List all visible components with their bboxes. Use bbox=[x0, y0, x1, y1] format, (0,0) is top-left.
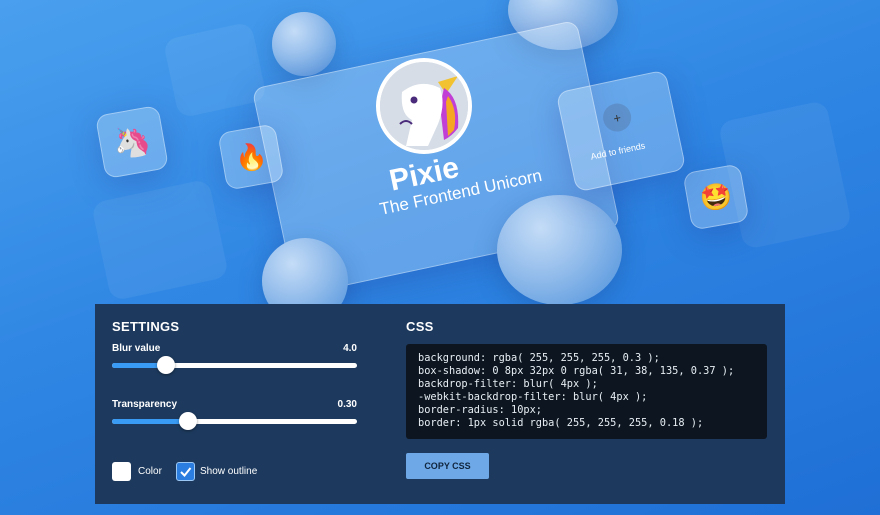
css-code-line: background: rgba( 255, 255, 255, 0.3 ); bbox=[418, 352, 660, 364]
transparency-label: Transparency bbox=[112, 399, 178, 410]
decor-sphere bbox=[497, 195, 622, 305]
copy-css-button[interactable]: COPY CSS bbox=[406, 453, 489, 479]
transparency-value: 0.30 bbox=[337, 399, 357, 410]
css-title: CSS bbox=[406, 319, 434, 334]
fire-emoji-icon: 🔥 bbox=[232, 138, 270, 175]
add-friends-label: Add to friends bbox=[589, 140, 647, 162]
background-shape bbox=[162, 21, 268, 119]
settings-title: SETTINGS bbox=[112, 319, 180, 334]
show-outline-checkbox[interactable] bbox=[176, 462, 195, 481]
background-shape bbox=[90, 178, 230, 302]
css-code-line: box-shadow: 0 8px 32px 0 rgba( 31, 38, 1… bbox=[418, 365, 735, 377]
show-outline-label: Show outline bbox=[200, 466, 258, 477]
unicorn-avatar-icon bbox=[380, 62, 468, 150]
css-code-line: border-radius: 10px; bbox=[418, 404, 542, 416]
css-code-line: border: 1px solid rgba( 255, 255, 255, 0… bbox=[418, 417, 704, 429]
blur-slider[interactable] bbox=[112, 356, 357, 374]
fire-tile: 🔥 bbox=[217, 123, 285, 191]
css-code-block[interactable]: background: rgba( 255, 255, 255, 0.3 ); … bbox=[406, 344, 767, 439]
transparency-slider-handle[interactable] bbox=[179, 412, 197, 430]
blur-label: Blur value bbox=[112, 343, 161, 354]
checkmark-icon bbox=[180, 467, 192, 477]
star-struck-emoji-icon: 🤩 bbox=[697, 178, 735, 215]
transparency-slider[interactable] bbox=[112, 412, 357, 430]
decor-sphere bbox=[272, 12, 336, 76]
add-friends-card[interactable]: + Add to friends bbox=[555, 69, 687, 193]
css-code-line: -webkit-backdrop-filter: blur( 4px ); bbox=[418, 391, 648, 403]
color-checkbox[interactable] bbox=[112, 462, 131, 481]
unicorn-emoji-icon: 🦄 bbox=[110, 122, 154, 162]
unicorn-tile: 🦄 bbox=[94, 104, 170, 180]
plus-icon[interactable]: + bbox=[600, 100, 634, 135]
css-code-line: backdrop-filter: blur( 4px ); bbox=[418, 378, 598, 390]
star-struck-tile: 🤩 bbox=[682, 163, 750, 231]
blur-value: 4.0 bbox=[343, 343, 357, 354]
avatar bbox=[376, 58, 472, 154]
settings-panel: SETTINGS Blur value 4.0 Transparency 0.3… bbox=[95, 304, 785, 504]
transparency-slider-fill bbox=[112, 419, 188, 424]
blur-slider-handle[interactable] bbox=[157, 356, 175, 374]
color-label: Color bbox=[138, 466, 162, 477]
